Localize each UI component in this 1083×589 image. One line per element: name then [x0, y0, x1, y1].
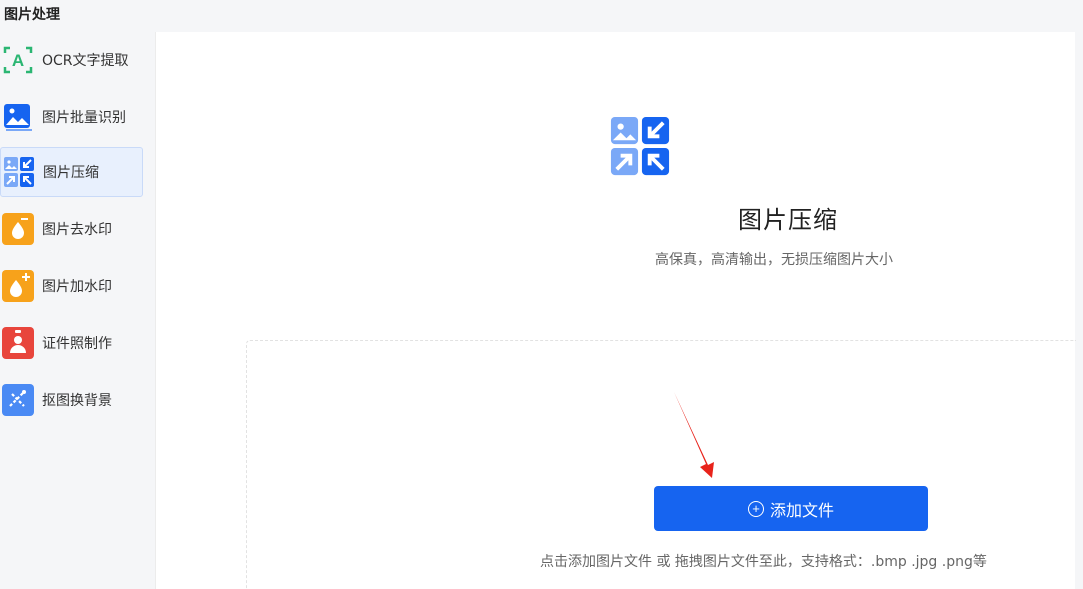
sidebar-item-compress[interactable]: 图片压缩 — [0, 147, 143, 197]
image-icon — [2, 101, 34, 133]
svg-text:A: A — [12, 51, 24, 70]
sidebar-item-label: 图片加水印 — [42, 279, 112, 295]
section-title: 图片处理 — [4, 7, 60, 23]
sidebar-item-label: 抠图换背景 — [42, 393, 112, 409]
id-photo-icon — [2, 327, 34, 359]
sidebar-item-id-photo[interactable]: 证件照制作 — [0, 318, 143, 368]
page-subtitle-text: 高保真，高清输出，无损压缩图片大小 — [655, 252, 893, 268]
ocr-a-icon: A — [2, 44, 34, 76]
annotation-arrow-icon — [674, 392, 714, 478]
add-file-button-label: 添加文件 — [769, 502, 834, 520]
sidebar-item-cutout[interactable]: 抠图换背景 — [0, 375, 143, 425]
cutout-icon — [2, 384, 34, 416]
sidebar-item-ocr[interactable]: A OCR文字提取 — [0, 35, 143, 85]
compress-icon — [3, 156, 35, 188]
sidebar-item-label: 图片压缩 — [43, 165, 99, 181]
plus-circle-icon: + — [747, 500, 764, 517]
add-file-button[interactable]: + 添加文件 — [654, 486, 928, 531]
sidebar-item-label: 图片去水印 — [42, 222, 112, 238]
compress-icon — [609, 115, 671, 177]
sidebar-item-remove-watermark[interactable]: 图片去水印 — [0, 204, 143, 254]
sidebar-item-label: 证件照制作 — [42, 336, 112, 352]
sidebar-item-batch-recognize[interactable]: 图片批量识别 — [0, 92, 143, 142]
add-watermark-icon — [2, 270, 34, 302]
sidebar-item-add-watermark[interactable]: 图片加水印 — [0, 261, 143, 311]
sidebar: A OCR文字提取 图片批量识别 图片压缩 图片去水印 图片加水印 证件照制作 … — [0, 32, 150, 589]
upload-hint-text: 点击添加图片文件 或 拖拽图片文件至此，支持格式：.bmp .jpg .png等 — [540, 554, 987, 570]
remove-watermark-icon — [2, 213, 34, 245]
sidebar-item-label: 图片批量识别 — [42, 110, 126, 126]
sidebar-item-label: OCR文字提取 — [42, 53, 129, 69]
page-title-text: 图片压缩 — [738, 206, 838, 234]
